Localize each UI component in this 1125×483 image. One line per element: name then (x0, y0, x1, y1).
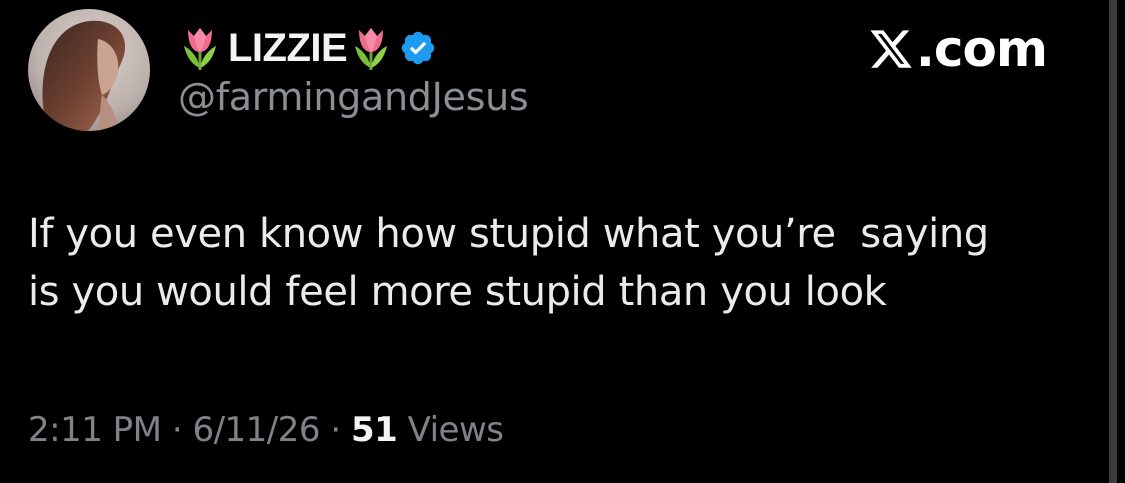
avatar[interactable] (28, 9, 150, 131)
right-edge-divider (1105, 0, 1125, 483)
verified-badge-icon (399, 29, 437, 67)
scrollbar-track (1109, 0, 1117, 483)
tweet-date[interactable]: 6/11/26 (192, 410, 320, 450)
avatar-image (28, 9, 150, 131)
meta-separator: · (330, 410, 341, 450)
tweet-card: LIZZIE @farmingandJesus .com If you even… (0, 0, 1105, 483)
display-name[interactable]: LIZZIE (228, 26, 348, 71)
views-label: Views (407, 410, 504, 450)
tweet-text: If you even know how stupid what you’re … (28, 211, 989, 315)
x-logo-icon (868, 26, 914, 72)
x-com-brand: .com (868, 20, 1048, 78)
meta-separator: · (171, 410, 183, 450)
tulip-icon (351, 24, 391, 72)
author-handle[interactable]: @farmingandJesus (178, 75, 529, 119)
tulip-icon (180, 24, 220, 72)
tweet-time[interactable]: 2:11 PM (28, 410, 162, 450)
brand-domain-text: .com (915, 20, 1048, 78)
tweet-meta: 2:11 PM · 6/11/26 · 51 Views (28, 410, 504, 450)
views-count[interactable]: 51 (351, 410, 398, 450)
author-name-row[interactable]: LIZZIE (180, 22, 437, 74)
